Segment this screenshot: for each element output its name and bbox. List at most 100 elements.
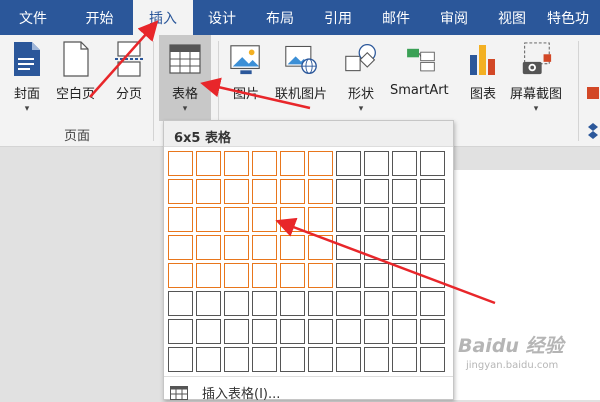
table-grid-cell[interactable]: [168, 291, 193, 316]
table-grid-cell[interactable]: [336, 319, 361, 344]
tab-design[interactable]: 设计: [193, 0, 251, 35]
table-grid-cell[interactable]: [364, 235, 389, 260]
tab-review[interactable]: 审阅: [425, 0, 483, 35]
table-grid-cell[interactable]: [280, 207, 305, 232]
table-grid-cell[interactable]: [420, 319, 445, 344]
tab-home[interactable]: 开始: [66, 0, 133, 35]
table-grid-cell[interactable]: [280, 263, 305, 288]
table-grid-cell[interactable]: [336, 151, 361, 176]
table-grid-cell[interactable]: [420, 179, 445, 204]
shapes-button[interactable]: 形状 ▾: [344, 39, 378, 114]
table-grid-cell[interactable]: [336, 347, 361, 372]
table-grid-cell[interactable]: [420, 347, 445, 372]
add-ins-icons[interactable]: [586, 83, 600, 147]
table-grid-cell[interactable]: [280, 347, 305, 372]
table-grid-cell[interactable]: [280, 179, 305, 204]
table-grid-cell[interactable]: [252, 291, 277, 316]
table-grid-cell[interactable]: [224, 151, 249, 176]
table-button[interactable]: 表格 ▾: [159, 35, 211, 121]
table-grid[interactable]: [168, 151, 445, 372]
chart-button[interactable]: 图表: [466, 39, 500, 102]
table-grid-cell[interactable]: [364, 347, 389, 372]
table-grid-cell[interactable]: [364, 263, 389, 288]
table-grid-cell[interactable]: [224, 319, 249, 344]
table-grid-cell[interactable]: [168, 263, 193, 288]
table-grid-cell[interactable]: [224, 291, 249, 316]
table-grid-cell[interactable]: [364, 207, 389, 232]
table-grid-cell[interactable]: [336, 291, 361, 316]
table-grid-cell[interactable]: [308, 151, 333, 176]
tab-file[interactable]: 文件: [0, 0, 66, 35]
table-grid-cell[interactable]: [252, 347, 277, 372]
tab-layout[interactable]: 布局: [251, 0, 309, 35]
table-grid-cell[interactable]: [252, 179, 277, 204]
table-grid-cell[interactable]: [420, 151, 445, 176]
tab-special-features[interactable]: 特色功: [541, 0, 600, 35]
tab-references[interactable]: 引用: [309, 0, 367, 35]
picture-button[interactable]: 图片: [229, 39, 263, 102]
table-grid-cell[interactable]: [420, 235, 445, 260]
table-grid-cell[interactable]: [196, 319, 221, 344]
table-grid-cell[interactable]: [168, 151, 193, 176]
table-grid-cell[interactable]: [392, 207, 417, 232]
table-grid-cell[interactable]: [308, 263, 333, 288]
table-grid-cell[interactable]: [392, 263, 417, 288]
table-grid-cell[interactable]: [196, 347, 221, 372]
table-grid-cell[interactable]: [308, 207, 333, 232]
table-grid-cell[interactable]: [392, 179, 417, 204]
table-grid-cell[interactable]: [196, 235, 221, 260]
table-grid-cell[interactable]: [392, 151, 417, 176]
table-grid-cell[interactable]: [196, 263, 221, 288]
table-grid-cell[interactable]: [280, 319, 305, 344]
screenshot-button[interactable]: 屏幕截图 ▾: [510, 39, 562, 114]
table-grid-cell[interactable]: [280, 235, 305, 260]
page-break-button[interactable]: 分页: [112, 39, 146, 102]
table-grid-cell[interactable]: [308, 319, 333, 344]
table-grid-cell[interactable]: [336, 235, 361, 260]
table-grid-cell[interactable]: [252, 263, 277, 288]
table-grid-cell[interactable]: [224, 179, 249, 204]
table-grid-cell[interactable]: [392, 347, 417, 372]
tab-mailings[interactable]: 邮件: [367, 0, 425, 35]
table-grid-cell[interactable]: [392, 291, 417, 316]
table-grid-cell[interactable]: [308, 347, 333, 372]
table-grid-cell[interactable]: [168, 235, 193, 260]
cover-button[interactable]: 封面 ▾: [10, 39, 44, 114]
insert-table-menu-item[interactable]: 插入表格(I)...: [170, 383, 280, 402]
table-grid-cell[interactable]: [252, 235, 277, 260]
table-grid-cell[interactable]: [308, 235, 333, 260]
table-grid-cell[interactable]: [280, 291, 305, 316]
table-grid-cell[interactable]: [224, 263, 249, 288]
table-grid-cell[interactable]: [392, 235, 417, 260]
blank-page-button[interactable]: 空白页: [56, 39, 95, 102]
table-grid-cell[interactable]: [224, 347, 249, 372]
table-grid-cell[interactable]: [224, 235, 249, 260]
table-grid-cell[interactable]: [336, 263, 361, 288]
table-grid-cell[interactable]: [420, 263, 445, 288]
table-grid-cell[interactable]: [392, 319, 417, 344]
table-grid-cell[interactable]: [252, 151, 277, 176]
online-picture-button[interactable]: 联机图片: [275, 39, 327, 102]
table-grid-cell[interactable]: [420, 207, 445, 232]
table-grid-cell[interactable]: [168, 319, 193, 344]
tab-insert[interactable]: 插入: [133, 0, 193, 35]
table-grid-cell[interactable]: [168, 207, 193, 232]
table-grid-cell[interactable]: [336, 179, 361, 204]
table-grid-cell[interactable]: [196, 179, 221, 204]
table-grid-cell[interactable]: [168, 179, 193, 204]
smartart-button[interactable]: SmartArt: [390, 39, 449, 98]
table-grid-cell[interactable]: [308, 291, 333, 316]
table-grid-cell[interactable]: [308, 179, 333, 204]
table-grid-cell[interactable]: [252, 319, 277, 344]
table-grid-cell[interactable]: [168, 347, 193, 372]
table-grid-cell[interactable]: [224, 207, 249, 232]
table-grid-cell[interactable]: [364, 151, 389, 176]
table-grid-cell[interactable]: [420, 291, 445, 316]
table-grid-cell[interactable]: [196, 207, 221, 232]
table-grid-cell[interactable]: [196, 151, 221, 176]
table-grid-cell[interactable]: [336, 207, 361, 232]
table-grid-cell[interactable]: [364, 319, 389, 344]
table-grid-cell[interactable]: [196, 291, 221, 316]
table-grid-cell[interactable]: [252, 207, 277, 232]
table-grid-cell[interactable]: [364, 291, 389, 316]
